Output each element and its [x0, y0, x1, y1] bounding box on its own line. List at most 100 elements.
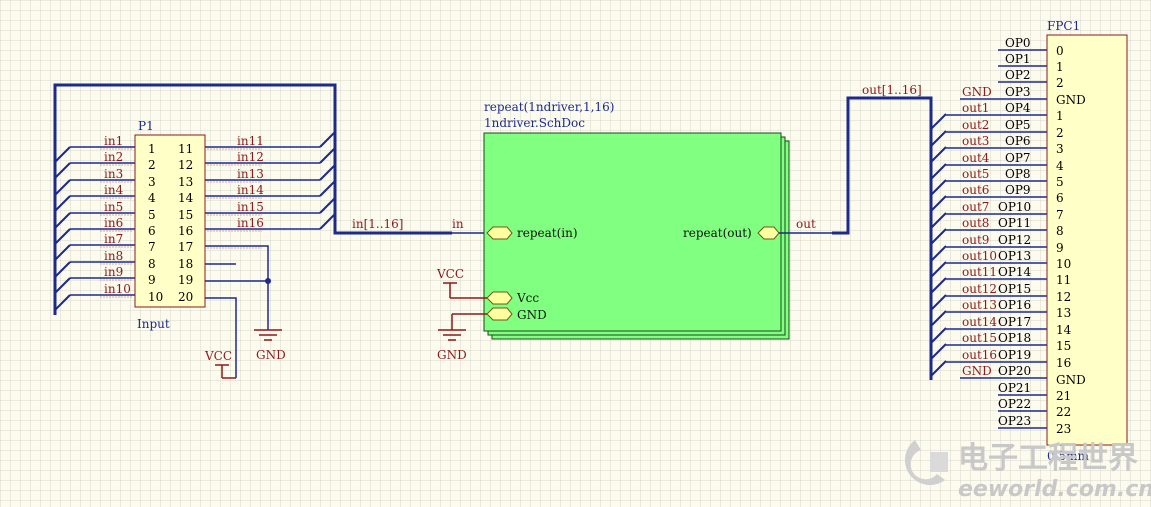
watermark-text-cn: 电子工程世界 — [958, 441, 1138, 476]
net-label-in12[interactable]: in12 — [237, 150, 264, 164]
fpc-net-label: out6 — [962, 183, 989, 197]
net-label-in7[interactable]: in7 — [104, 232, 123, 246]
fpc-op-label: OP5 — [1005, 118, 1031, 132]
fpc-pin-name: 11 — [1056, 273, 1071, 287]
fpc-pin-name: 22 — [1056, 405, 1071, 419]
fpc-net-label: out2 — [962, 118, 989, 132]
fpc-net-label: GND — [962, 85, 992, 99]
net-label-in10[interactable]: in10 — [104, 282, 131, 296]
fpc-pin-name: 6 — [1056, 191, 1064, 205]
p1-pin-9: 9 — [148, 273, 156, 287]
fpc-net-label: out7 — [962, 200, 989, 214]
fpc-net-label: out13 — [962, 298, 997, 312]
fpc-net-label: GND — [962, 364, 992, 378]
fpc-pin-name: 12 — [1056, 290, 1071, 304]
sheet-port-vcc[interactable] — [486, 291, 513, 305]
fpc-pin-name: 1 — [1056, 60, 1064, 74]
fpc-pin-name: 5 — [1056, 175, 1064, 189]
fpc-net-label: out15 — [962, 331, 997, 345]
p1-pin-19: 19 — [178, 273, 193, 287]
net-label-in8[interactable]: in8 — [104, 249, 123, 263]
net-label-in11[interactable]: in11 — [237, 134, 264, 148]
p1-pin-1: 1 — [148, 142, 156, 156]
fpc-net-label: out9 — [962, 233, 989, 247]
net-label-in9[interactable]: in9 — [104, 265, 123, 279]
sheet-designator: repeat(1ndriver,1,16) — [484, 100, 614, 114]
p1-designator: P1 — [138, 119, 154, 133]
sheet-filename: 1ndriver.SchDoc — [484, 116, 585, 130]
net-label-in16[interactable]: in16 — [237, 216, 264, 230]
fpc-pin-name: 3 — [1056, 142, 1064, 156]
p1-pin-20: 20 — [178, 290, 193, 304]
net-label-in3[interactable]: in3 — [104, 167, 123, 181]
fpc-pin-name: 1 — [1056, 109, 1064, 123]
p1-pin-11: 11 — [178, 142, 193, 156]
fpc-pin-name: 4 — [1056, 159, 1064, 173]
fpc-op-label: OP12 — [998, 233, 1031, 247]
fpc-pin-name: 0 — [1056, 44, 1064, 58]
sheet-port-in-label: repeat(in) — [517, 226, 578, 240]
gnd-symbol-sheet[interactable] — [438, 313, 487, 341]
fpc-net-label: out12 — [962, 282, 997, 296]
fpc-net-label: out11 — [962, 265, 997, 279]
fpc-net-label: out14 — [962, 315, 997, 329]
sheet-port-gnd[interactable] — [486, 307, 513, 321]
fpc-op-label: OP15 — [998, 282, 1031, 296]
net-label-in2[interactable]: in2 — [104, 150, 123, 164]
fpc-pin-name: 23 — [1056, 422, 1071, 436]
fpc-op-label: OP11 — [998, 216, 1031, 230]
vcc-symbol-p1[interactable] — [215, 364, 236, 379]
net-label-in6[interactable]: in6 — [104, 216, 123, 230]
fpc-pin-name: 2 — [1056, 76, 1064, 90]
gnd-symbol-p1[interactable] — [254, 329, 282, 341]
fpc-op-label: OP0 — [1005, 36, 1031, 50]
fpc-pin-name: 8 — [1056, 224, 1064, 238]
fpc-net-label: out16 — [962, 348, 997, 362]
p1-pin-10: 10 — [148, 290, 163, 304]
fpc-op-label: OP19 — [998, 348, 1031, 362]
fpc-pin-name: GND — [1056, 93, 1086, 107]
bus-label-out[interactable]: out[1..16] — [862, 83, 922, 97]
fpc-pin-name: 9 — [1056, 241, 1064, 255]
fpc-op-label: OP21 — [998, 381, 1031, 395]
vcc-label-p1: VCC — [204, 349, 232, 363]
p1-pin-17: 17 — [178, 240, 193, 254]
net-label-in5[interactable]: in5 — [104, 200, 123, 214]
p1-pin-6: 6 — [148, 224, 156, 238]
fpc-op-label: OP22 — [998, 397, 1031, 411]
vcc-label-sheet: VCC — [436, 267, 464, 281]
right-bus-entries — [930, 113, 947, 377]
fpc-op-label: OP13 — [998, 249, 1031, 263]
p1-pin-7: 7 — [148, 240, 156, 254]
fpc-pin-name: 7 — [1056, 208, 1064, 222]
net-label-in15[interactable]: in15 — [237, 200, 264, 214]
fpc-pin-name: 21 — [1056, 389, 1071, 403]
fpc-op-label: OP2 — [1005, 68, 1031, 82]
fpc-op-label: OP14 — [998, 265, 1032, 279]
fpc-pin-name: 10 — [1056, 257, 1071, 271]
p1-pin-18: 18 — [178, 257, 193, 271]
p1-pin-14: 14 — [178, 191, 194, 205]
net-label-in4[interactable]: in4 — [104, 183, 124, 197]
net-label-in13[interactable]: in13 — [237, 167, 264, 181]
right-bus[interactable] — [832, 96, 933, 380]
net-label-in14[interactable]: in14 — [237, 183, 264, 197]
fpc-op-label: OP16 — [998, 298, 1031, 312]
sheet-port-in[interactable] — [486, 226, 513, 240]
fpc-op-label: OP4 — [1005, 101, 1031, 115]
p1-body[interactable] — [134, 134, 206, 308]
fpc-net-label: out8 — [962, 216, 989, 230]
fpc-op-label: OP8 — [1005, 167, 1031, 181]
net-label-in[interactable]: in — [452, 217, 464, 231]
net-label-out[interactable]: out — [796, 217, 816, 231]
gnd-label-sheet: GND — [437, 348, 467, 362]
watermark-logo — [904, 440, 948, 486]
p1-pin-5: 5 — [148, 208, 156, 222]
bus-label-in[interactable]: in[1..16] — [352, 217, 403, 231]
vcc-symbol-sheet[interactable] — [443, 282, 487, 299]
fpc-op-label: OP18 — [998, 331, 1031, 345]
net-label-in1[interactable]: in1 — [104, 134, 123, 148]
fpc-net-label: out10 — [962, 249, 997, 263]
fpc-net-label: out5 — [962, 167, 989, 181]
fpc-pin-name: GND — [1056, 373, 1086, 387]
